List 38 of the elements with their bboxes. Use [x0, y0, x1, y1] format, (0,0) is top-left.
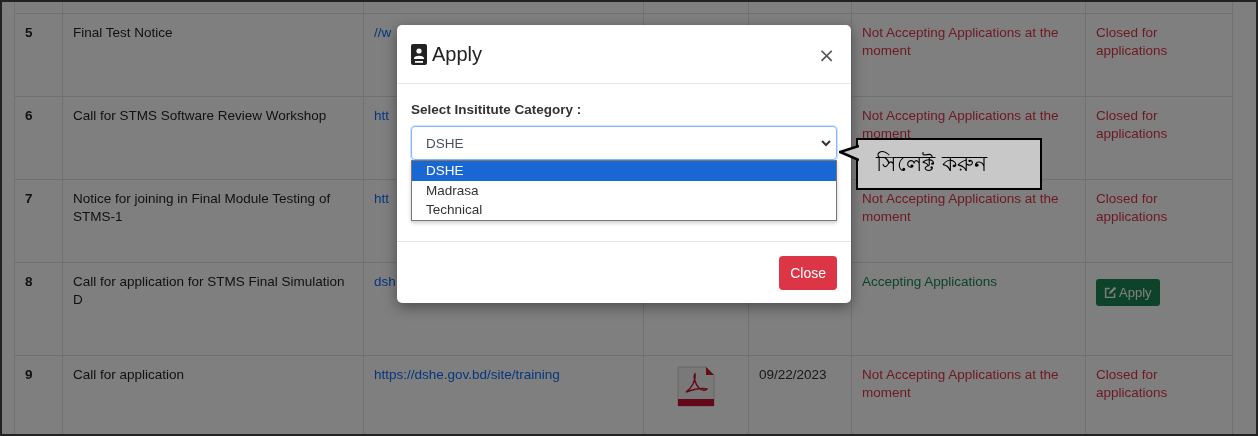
row-number: 5: [25, 25, 33, 40]
row-number: 9: [25, 367, 33, 382]
row-number: 7: [25, 191, 33, 206]
notice-title: Call for STMS Software Review Workshop: [73, 108, 327, 123]
status-text: Accepting Applications: [862, 274, 998, 289]
dropdown-option[interactable]: Madrasa: [412, 180, 836, 200]
closed-text: Closed for applications: [1096, 367, 1168, 400]
notice-link[interactable]: htt: [374, 108, 389, 123]
dropdown-option[interactable]: DSHE: [412, 161, 836, 181]
field-label: Select Insititute Category :: [411, 102, 583, 117]
pdf-icon[interactable]: [676, 366, 716, 408]
notice-link[interactable]: //w: [374, 25, 392, 40]
apply-button[interactable]: Apply: [1096, 279, 1160, 306]
notice-link[interactable]: htt: [374, 191, 389, 206]
row-number: 6: [25, 108, 33, 123]
status-text: Not Accepting Applications at the moment: [862, 25, 1059, 58]
dialog-title: Apply: [432, 43, 484, 66]
closed-text: Closed for applications: [1096, 108, 1168, 141]
row-number: 8: [25, 274, 33, 289]
status-text: Not Accepting Applications at the moment: [862, 367, 1059, 400]
status-text: Not Accepting Applications at the moment: [862, 108, 1059, 141]
closed-text: Closed for applications: [1096, 191, 1168, 224]
close-button[interactable]: Close: [779, 256, 837, 290]
callout-text: সিলেক্ট করুন: [876, 149, 987, 178]
status-text: Not Accepting Applications at the moment: [862, 191, 1059, 224]
notice-title: Notice for joining in Final Module Testing of STMS-1: [73, 191, 331, 224]
notice-title: Call for application for STMS Final Simulation D: [73, 274, 345, 307]
category-select[interactable]: DSHE: [411, 126, 837, 160]
id-badge-icon: [411, 44, 427, 65]
edit-icon: [1104, 286, 1117, 299]
date-text: 09/22/2023: [759, 367, 827, 382]
notice-link[interactable]: https://dshe.gov.bd/site/training: [374, 367, 560, 382]
dropdown-option[interactable]: Technical: [412, 200, 836, 220]
closed-text: Closed for applications: [1096, 25, 1168, 58]
notice-link[interactable]: dsh: [374, 274, 396, 289]
notice-title: Final Test Notice: [73, 25, 173, 40]
notice-title: Call for application: [73, 367, 185, 382]
chevron-down-icon: [821, 139, 831, 147]
